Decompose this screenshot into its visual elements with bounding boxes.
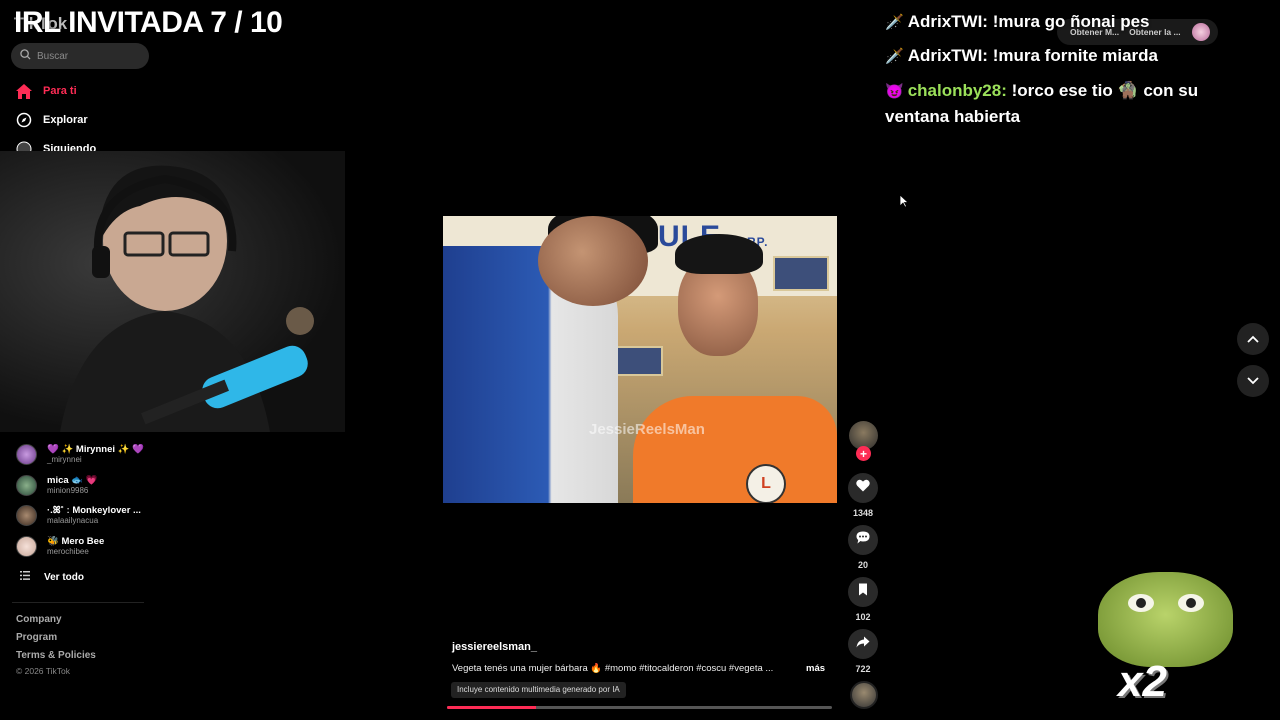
chat-username: chalonby28: xyxy=(907,81,1007,100)
video-progress-bar[interactable] xyxy=(447,706,832,709)
chat-username: AdrixTWI: xyxy=(907,12,988,31)
sticker-face xyxy=(1098,572,1233,667)
see-all-link[interactable]: Ver todo xyxy=(20,571,84,583)
search-icon xyxy=(20,47,31,65)
avatar xyxy=(16,444,37,465)
nav-explore[interactable]: Explorar xyxy=(16,112,88,128)
avatar xyxy=(16,536,37,557)
search-input[interactable] xyxy=(37,50,137,62)
previous-video-button[interactable] xyxy=(1237,323,1269,355)
comment-icon xyxy=(856,531,870,549)
bookmark-count: 102 xyxy=(855,612,871,622)
streamer-webcam xyxy=(0,151,345,432)
list-icon xyxy=(20,571,30,583)
account-handle: merochibee xyxy=(47,547,89,556)
compass-icon xyxy=(16,112,32,128)
mouse-cursor-icon xyxy=(899,194,909,208)
share-icon xyxy=(856,635,870,653)
copyright: © 2026 TikTok xyxy=(16,666,70,676)
like-count: 1348 xyxy=(852,508,874,518)
chevron-down-icon xyxy=(1247,372,1259,390)
video-author[interactable]: jessiereelsman_ xyxy=(452,641,537,653)
following-account[interactable]: ·.ꕤ˚ ː Monkeylover ... malaailynacua xyxy=(16,505,141,526)
video-person-right xyxy=(633,396,837,503)
account-handle: minion9986 xyxy=(47,486,89,495)
video-person-left-head xyxy=(538,216,648,306)
chat-message: 😈 chalonby28: !orco ese tio 🧌 con su vent… xyxy=(885,78,1245,129)
share-button[interactable] xyxy=(848,629,878,659)
account-handle: malaailynacua xyxy=(47,516,99,525)
video-player[interactable]: ULECORP. L JessieReelsMan xyxy=(443,216,837,503)
video-person-right-hair xyxy=(675,234,763,274)
account-name: 🐝 Mero Bee xyxy=(47,536,105,547)
devil-badge-icon: 😈 xyxy=(885,83,904,100)
stream-overlay-title: IRL INVITADA 7 / 10 xyxy=(14,6,283,39)
nav-label: Explorar xyxy=(43,114,88,126)
footer-program-link[interactable]: Program xyxy=(16,632,57,643)
music-disc-avatar[interactable] xyxy=(850,681,878,709)
chat-message: 🗡️ AdrixTWI: !mura go ñonai pes xyxy=(885,9,1245,35)
chat-username: AdrixTWI: xyxy=(907,46,988,65)
following-account[interactable]: mica 🐟 💗 minion9986 xyxy=(16,475,98,496)
like-button[interactable] xyxy=(848,473,878,503)
chat-text: !mura go ñonai pes xyxy=(992,12,1150,31)
footer-terms-link[interactable]: Terms & Policies xyxy=(16,650,96,661)
following-account[interactable]: 🐝 Mero Bee merochibee xyxy=(16,536,104,557)
chat-text: !mura fornite miarda xyxy=(992,46,1159,65)
video-emblem: L xyxy=(746,464,786,503)
sticker-eye xyxy=(1128,594,1154,612)
nav-for-you[interactable]: Para ti xyxy=(16,83,77,99)
sticker-multiplier: x2 xyxy=(1118,657,1167,706)
sword-badge-icon: 🗡️ xyxy=(885,48,904,65)
chevron-up-icon xyxy=(1247,330,1259,348)
comment-button[interactable] xyxy=(848,525,878,555)
see-all-label: Ver todo xyxy=(44,571,85,583)
comment-count: 20 xyxy=(857,560,868,570)
heart-icon xyxy=(856,479,870,497)
bookmark-icon xyxy=(858,583,868,601)
webcam-scene xyxy=(60,165,314,432)
share-count: 722 xyxy=(855,664,871,674)
sword-badge-icon: 🗡️ xyxy=(885,14,904,31)
nav-label: Para ti xyxy=(43,85,77,97)
footer-company-link[interactable]: Company xyxy=(16,614,62,625)
sidebar-divider xyxy=(12,602,144,603)
video-watermark: JessieReelsMan xyxy=(589,421,705,438)
video-caption: Vegeta tenés una mujer bárbara 🔥 #momo #… xyxy=(452,663,774,674)
video-progress-fill xyxy=(447,706,536,709)
account-handle: _mirynnei xyxy=(47,455,82,464)
account-name: mica 🐟 💗 xyxy=(47,475,98,486)
account-name: ·.ꕤ˚ ː Monkeylover ... xyxy=(47,505,141,516)
sticker-eye xyxy=(1178,594,1204,612)
following-account[interactable]: 💜 ✨ Mirynnei ✨ 💜 _mirynnei xyxy=(16,444,144,465)
ai-content-label: Incluye contenido multimedia generado po… xyxy=(451,682,626,698)
bookmark-button[interactable] xyxy=(848,577,878,607)
search-bar[interactable] xyxy=(11,43,149,69)
avatar xyxy=(16,475,37,496)
follow-plus-button[interactable]: + xyxy=(856,446,871,461)
alien-sticker: x2 xyxy=(1093,572,1238,707)
next-video-button[interactable] xyxy=(1237,365,1269,397)
video-window xyxy=(773,256,829,291)
account-name: 💜 ✨ Mirynnei ✨ 💜 xyxy=(47,444,144,455)
home-icon xyxy=(16,83,32,99)
avatar xyxy=(16,505,37,526)
caption-more-link[interactable]: más xyxy=(806,663,825,674)
chat-message: 🗡️ AdrixTWI: !mura fornite miarda xyxy=(885,43,1245,69)
